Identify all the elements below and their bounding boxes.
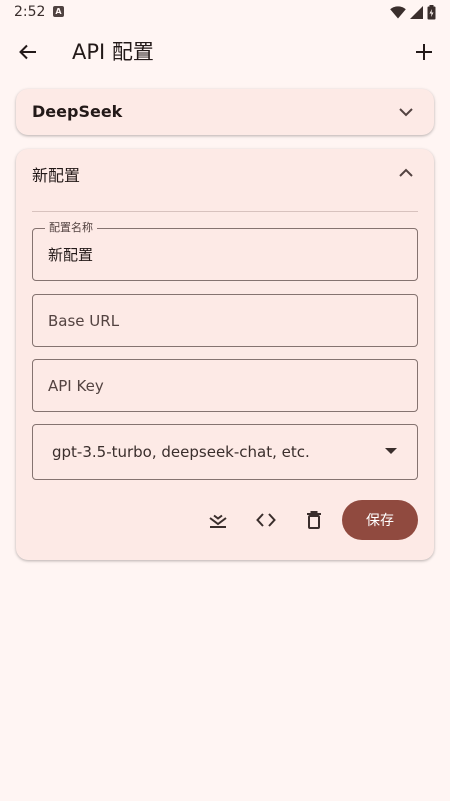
- config-card-new: 新配置 配置名称 新配置 Base URL API Key gpt-3.5-tu…: [16, 149, 434, 560]
- plus-icon: [416, 44, 432, 60]
- config-card-title: 新配置: [32, 166, 81, 185]
- save-button[interactable]: 保存: [342, 500, 418, 540]
- model-placeholder: gpt-3.5-turbo, deepseek-chat, etc.: [52, 443, 310, 461]
- collapse-button[interactable]: [396, 162, 416, 182]
- code-icon: [256, 513, 276, 527]
- arrow-back-icon: [19, 44, 36, 60]
- app-bar: API 配置: [0, 26, 450, 80]
- download-done-icon: [209, 514, 227, 528]
- status-bar: 2:52 A: [0, 0, 450, 26]
- config-name-label: 配置名称: [45, 221, 97, 235]
- divider: [32, 211, 418, 212]
- base-url-field[interactable]: Base URL: [32, 294, 418, 347]
- config-name-value: 新配置: [48, 246, 94, 264]
- api-key-field[interactable]: API Key: [32, 359, 418, 412]
- model-select[interactable]: gpt-3.5-turbo, deepseek-chat, etc.: [32, 424, 418, 480]
- back-button[interactable]: [14, 38, 42, 66]
- cell-signal-icon: [410, 6, 423, 19]
- card-actions: 保存: [16, 500, 434, 540]
- expand-button[interactable]: [396, 102, 416, 122]
- dropdown-arrow-icon: [385, 448, 397, 454]
- page-title: API 配置: [72, 40, 154, 64]
- config-card-title: DeepSeek: [32, 102, 123, 121]
- base-url-placeholder: Base URL: [48, 312, 120, 330]
- battery-icon: [427, 5, 436, 20]
- chevron-up-icon: [399, 168, 413, 177]
- add-config-button[interactable]: [410, 38, 438, 66]
- delete-button[interactable]: [302, 508, 326, 532]
- trash-icon: [307, 511, 321, 529]
- status-time: 2:52: [14, 4, 46, 20]
- code-button[interactable]: [254, 508, 278, 532]
- import-button[interactable]: [206, 508, 230, 532]
- notification-icon: A: [53, 6, 64, 17]
- chevron-down-icon: [399, 107, 413, 116]
- config-card-deepseek[interactable]: DeepSeek: [16, 89, 434, 135]
- wifi-icon: [390, 6, 406, 19]
- api-key-placeholder: API Key: [48, 377, 104, 395]
- status-icons: [390, 5, 436, 20]
- config-name-field[interactable]: 配置名称 新配置: [32, 221, 418, 281]
